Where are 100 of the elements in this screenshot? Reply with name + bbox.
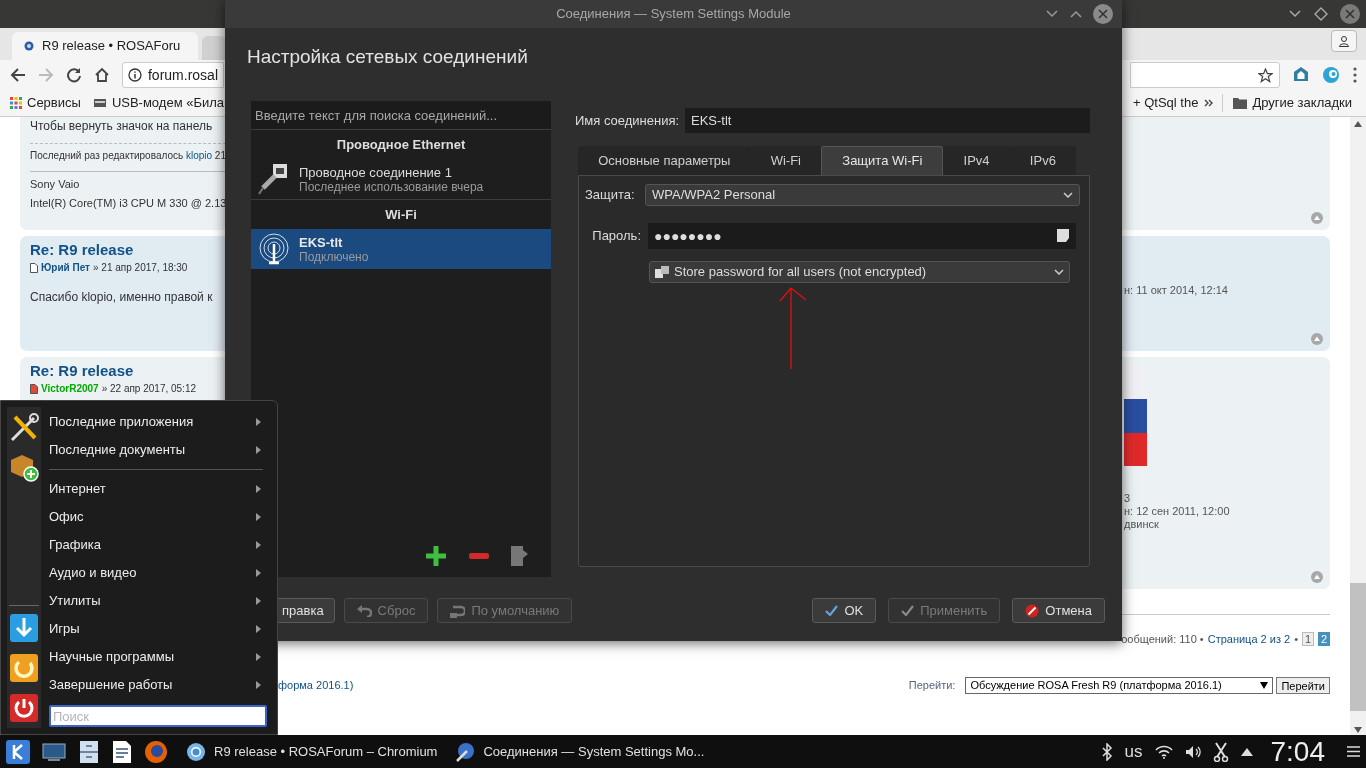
caret-icon [1063, 192, 1073, 198]
document-icon[interactable] [112, 739, 132, 764]
download-icon[interactable] [10, 614, 38, 642]
reload-icon[interactable] [66, 67, 82, 83]
clock[interactable]: 7:04 [1270, 736, 1325, 767]
scrollbar-thumb[interactable] [1350, 583, 1366, 711]
extension-icon[interactable] [1322, 66, 1340, 84]
submenu-arrow-icon [256, 597, 261, 605]
dialog-button[interactable]: OK [812, 598, 877, 623]
submenu-arrow-icon [256, 418, 261, 426]
expand-tray-icon[interactable] [1240, 747, 1253, 756]
bookmark[interactable]: Другие закладки [1233, 93, 1352, 113]
bookmark[interactable]: USB-модем «Била [92, 93, 225, 113]
user-link[interactable]: klopio [185, 150, 213, 161]
browser-tab[interactable] [202, 36, 226, 60]
go-button[interactable]: Перейти [1276, 676, 1330, 694]
author-link[interactable]: Юрий Пет [41, 261, 90, 275]
page-link[interactable]: Страница 2 из 2 [1207, 630, 1291, 648]
maximize-icon[interactable] [1314, 7, 1328, 21]
menu-icon[interactable] [1347, 746, 1360, 757]
task-button[interactable]: Соединения — System Settings Mo... [455, 741, 705, 762]
post-count: ообщений: 110 • [1121, 631, 1204, 647]
chevron-icon[interactable] [1204, 98, 1215, 108]
settings-tab[interactable]: Основные параметры [578, 146, 751, 175]
connection-name-field[interactable]: EKS-tlt [685, 108, 1090, 133]
bookmark[interactable]: Сервисы [10, 93, 81, 113]
browser-tab[interactable]: R9 release • ROSAForu [12, 32, 198, 60]
app-launcher-icon[interactable] [6, 739, 30, 764]
security-combo[interactable]: WPA/WPA2 Personal [645, 184, 1080, 206]
submenu-arrow-icon [256, 625, 261, 633]
settings-tab[interactable]: Защита Wi-Fi [821, 146, 944, 175]
back-icon[interactable] [10, 67, 26, 83]
home-icon[interactable] [94, 67, 110, 83]
scroll-up-icon[interactable] [1354, 121, 1362, 127]
minimize-icon[interactable] [1045, 9, 1059, 19]
volume-icon[interactable] [1184, 744, 1201, 759]
connection-item[interactable]: EKS-tlt Подключено [251, 229, 551, 269]
add-icon[interactable] [425, 545, 447, 567]
maximize-icon[interactable] [1069, 9, 1083, 19]
dialog-button[interactable]: Отмена [1012, 598, 1105, 623]
password-field[interactable]: ●●●●●●●● [648, 223, 1076, 249]
menu-item[interactable]: Последние приложения [49, 408, 271, 436]
tools-icon[interactable] [9, 413, 39, 443]
submenu-arrow-icon [256, 513, 261, 521]
close-icon[interactable] [1093, 4, 1113, 24]
task-button[interactable]: R9 release • ROSAForum – Chromium [186, 741, 438, 762]
wrench-globe-icon[interactable] [455, 741, 476, 762]
post-title[interactable]: Re: R9 release [30, 361, 226, 381]
file-cabinet-icon[interactable] [78, 739, 100, 764]
profile-button[interactable] [1331, 30, 1357, 52]
menu-item[interactable]: Завершение работы [49, 671, 271, 699]
close-icon[interactable] [1340, 4, 1360, 24]
profile-detail: н: 11 окт 2014, 12:14 [1124, 284, 1229, 297]
menu-item[interactable]: Научные программы [49, 643, 271, 671]
settings-tab[interactable]: IPv6 [1009, 146, 1076, 175]
minimize-icon[interactable] [1288, 9, 1302, 19]
dropdown-arrow-icon [1260, 681, 1269, 689]
submenu-arrow-icon [256, 569, 261, 577]
post-date: » 22 апр 2017, 05:12 [101, 382, 197, 396]
menu-item[interactable]: Последние документы [49, 436, 271, 464]
wifi-icon[interactable] [1154, 744, 1173, 759]
address-field[interactable]: forum.rosal [122, 62, 224, 88]
folder-icon [1233, 97, 1248, 109]
settings-tab[interactable]: Wi-Fi [750, 146, 822, 175]
separator-text: • [1294, 631, 1298, 647]
menu-item[interactable]: Интернет [49, 475, 271, 503]
desktop-icon[interactable] [42, 741, 66, 762]
menu-icon[interactable] [1352, 67, 1358, 83]
restore-icon [450, 603, 466, 618]
keyboard-layout[interactable]: us [1124, 738, 1143, 765]
caret-icon [1054, 269, 1064, 275]
settings-tab[interactable]: IPv4 [943, 146, 1010, 175]
menu-item[interactable]: Аудио и видео [49, 559, 271, 587]
page-number[interactable]: 1 [1302, 632, 1314, 646]
address-field-end[interactable] [1130, 62, 1280, 88]
menu-item[interactable]: Офис [49, 503, 271, 531]
field-label: Пароль: [591, 227, 641, 246]
bookmark[interactable]: + QtSql the [1133, 93, 1199, 113]
scroll-down-icon[interactable] [1354, 727, 1362, 733]
post-title[interactable]: Re: R9 release [30, 240, 226, 260]
forum-select[interactable]: Обсуждение ROSA Fresh R9 (платформа 2016.1) [965, 676, 1274, 694]
scissors-icon[interactable] [1212, 741, 1229, 762]
dialog-heading: Настройка сетевых соединений [247, 45, 529, 69]
power-icon[interactable] [10, 694, 38, 722]
edit-icon[interactable] [511, 546, 529, 566]
search-field[interactable]: Поиск [49, 705, 267, 727]
chromium-icon[interactable] [186, 741, 206, 762]
firefox-icon[interactable] [144, 739, 168, 764]
forum-link[interactable]: форма 2016.1) [278, 676, 354, 694]
bluetooth-icon[interactable] [1100, 742, 1113, 761]
password-storage-combo[interactable]: Store password for all users (not encrypted) [649, 261, 1070, 283]
package-add-icon[interactable] [9, 452, 39, 482]
submenu-arrow-icon [256, 485, 261, 493]
globe-icon [24, 41, 34, 51]
star-icon[interactable] [1258, 67, 1273, 83]
remove-icon[interactable] [469, 553, 489, 559]
user-icon [1338, 35, 1350, 47]
menu-item[interactable]: Графика [49, 531, 271, 559]
check-icon [825, 605, 839, 616]
extension-icon[interactable] [1292, 66, 1310, 84]
